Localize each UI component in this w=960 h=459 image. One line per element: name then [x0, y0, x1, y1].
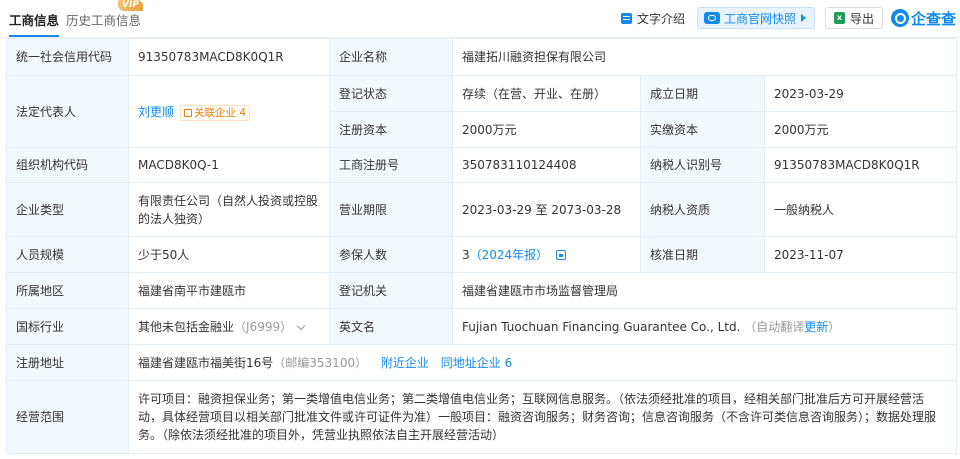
founded-label: 成立日期 [640, 75, 765, 112]
org-code-label: 组织机构代码 [6, 147, 129, 183]
postcode: （邮编353100） [273, 355, 368, 370]
company-type-label: 企业类型 [6, 182, 129, 237]
related-label: 关联企业 [194, 106, 237, 119]
company-name-value: 福建拓川融资担保有限公司 [451, 38, 958, 76]
credit-code-value: 91350783MACD8K0Q1R [128, 38, 330, 76]
reg-capital-label: 注册资本 [329, 111, 453, 148]
industry-value: 其他未包括金融业 [138, 319, 235, 334]
qichacha-logo: 企查查 [890, 8, 956, 29]
founded-value: 2023-03-29 [763, 75, 958, 112]
related-count: 4 [239, 106, 247, 119]
reg-capital-value: 2000万元 [452, 111, 641, 148]
table-row: 经营范围 许可项目：融资担保业务；第一类增值电信业务；第二类增值电信业务；互联网… [6, 380, 958, 454]
english-name-label: 英文名 [329, 308, 453, 345]
business-scope-label: 经营范围 [6, 380, 129, 454]
address-value: 福建省建瓯市福美街16号 [138, 355, 274, 370]
toolbar: 文字介绍 工商官网快照 x 导出 企查查 [620, 6, 956, 30]
table-row: 企业类型 有限责任公司（自然人投资或控股的法人独资） 营业期限 2023-03-… [6, 182, 958, 237]
related-companies-tag[interactable]: 关联企业 4 [180, 104, 251, 121]
excel-icon: x [833, 12, 845, 24]
business-info-table: 统一社会信用代码 91350783MACD8K0Q1R 企业名称 福建拓川融资担… [6, 38, 958, 454]
document-icon [620, 12, 632, 24]
network-icon [184, 108, 193, 117]
logo-text: 企查查 [910, 9, 956, 28]
address-label: 注册地址 [6, 344, 129, 381]
paid-capital-value: 2000万元 [763, 111, 958, 148]
industry-code: （J6999） [234, 319, 293, 334]
paid-capital-label: 实缴资本 [640, 111, 765, 148]
legal-rep-cell: 刘更顺 关联企业 4 [128, 75, 330, 148]
company-name-label: 企业名称 [329, 38, 453, 76]
tab-bar: 工商信息 历史工商信息 VIP 文字介绍 工商官网快照 x 导出 企查查 [0, 0, 960, 38]
address-cell: 福建省建瓯市福美街16号（邮编353100） 附近企业 同地址企业 6 [127, 344, 958, 381]
industry-cell[interactable]: 其他未包括金融业（J6999） [128, 308, 330, 345]
play-arrow-icon [800, 14, 806, 22]
logo-icon [890, 9, 909, 27]
chevron-down-icon[interactable] [296, 321, 306, 330]
table-row: 法定代表人 刘更顺 关联企业 4 登记状态 存续（在营、开业、在册） 成立日期 2… [6, 75, 958, 148]
org-code-value: MACD8K0Q-1 [128, 147, 330, 183]
update-link[interactable]: 更新 [804, 320, 828, 334]
tab-business-info[interactable]: 工商信息 [9, 10, 60, 37]
table-row: 人员规模 少于50人 参保人数 3（2024年报） 核准日期 2023-11-0… [6, 236, 958, 273]
nearby-companies-link[interactable]: 附近企业 [381, 356, 429, 370]
export-label: 导出 [849, 11, 874, 26]
region-value: 福建省南平市建瓯市 [128, 272, 330, 309]
business-term-label: 营业期限 [329, 182, 453, 237]
official-snapshot-label: 工商官网快照 [723, 11, 796, 26]
english-name-cell: Fujian Tuochuan Financing Guarantee Co.,… [451, 308, 958, 345]
insured-count: 3 [462, 247, 470, 262]
tab-history[interactable]: 历史工商信息 [66, 10, 141, 29]
vip-badge: VIP [118, 0, 143, 11]
credit-code-label: 统一社会信用代码 [6, 38, 129, 76]
taxpayer-id-label: 纳税人识别号 [640, 147, 765, 183]
insured-label: 参保人数 [329, 236, 453, 273]
taxpayer-qual-label: 纳税人资质 [640, 182, 765, 237]
business-scope-value: 许可项目：融资担保业务；第一类增值电信业务；第二类增值电信业务；互联网信息服务。… [127, 380, 958, 454]
industry-label: 国标行业 [6, 308, 129, 345]
insured-cell: 3（2024年报） [452, 236, 641, 273]
snapshot-icon [703, 12, 720, 24]
taxpayer-id-value: 91350783MACD8K0Q1R [763, 147, 958, 183]
text-intro-button[interactable]: 文字介绍 [620, 10, 685, 27]
table-row: 注册地址 福建省建瓯市福美街16号（邮编353100） 附近企业 同地址企业 6 [6, 344, 958, 381]
check-date-label: 核准日期 [640, 236, 765, 273]
biz-reg-no-label: 工商注册号 [329, 147, 453, 183]
annual-report-link[interactable]: （2024年报） [470, 248, 549, 262]
reg-status-value: 存续（在营、开业、在册） [452, 75, 641, 112]
legal-rep-label: 法定代表人 [6, 75, 129, 148]
auto-translate-note: （自动翻译 [744, 319, 805, 334]
export-button[interactable]: x 导出 [824, 7, 883, 29]
official-snapshot-button[interactable]: 工商官网快照 [696, 7, 815, 29]
biz-reg-no-value: 350783110124408 [452, 147, 641, 183]
text-intro-label: 文字介绍 [636, 11, 685, 26]
authority-label: 登记机关 [329, 272, 453, 309]
table-row: 所属地区 福建省南平市建瓯市 登记机关 福建省建瓯市市场监督管理局 [6, 272, 958, 309]
legal-rep-link[interactable]: 刘更顺 [138, 105, 174, 119]
english-name-value: Fujian Tuochuan Financing Guarantee Co.,… [462, 319, 741, 334]
staff-size-value: 少于50人 [128, 236, 330, 273]
company-type-value: 有限责任公司（自然人投资或控股的法人独资） [128, 182, 330, 237]
table-row: 统一社会信用代码 91350783MACD8K0Q1R 企业名称 福建拓川融资担… [6, 38, 958, 76]
reg-status-label: 登记状态 [329, 75, 453, 112]
business-term-value: 2023-03-29 至 2073-03-28 [452, 182, 641, 237]
same-address-label: 同地址企业 [440, 355, 501, 370]
same-address-link[interactable]: 同地址企业 6 [441, 356, 512, 370]
taxpayer-qual-value: 一般纳税人 [763, 182, 958, 237]
authority-value: 福建省建瓯市市场监督管理局 [451, 272, 958, 309]
auto-translate-end: ） [828, 319, 841, 334]
table-row: 国标行业 其他未包括金融业（J6999） 英文名 Fujian Tuochuan… [6, 308, 958, 345]
region-label: 所属地区 [6, 272, 129, 309]
check-date-value: 2023-11-07 [763, 236, 958, 273]
staff-size-label: 人员规模 [6, 236, 129, 273]
chart-icon[interactable] [556, 249, 567, 260]
table-row: 组织机构代码 MACD8K0Q-1 工商注册号 350783110124408 … [6, 147, 958, 183]
same-address-count: 6 [504, 355, 513, 370]
